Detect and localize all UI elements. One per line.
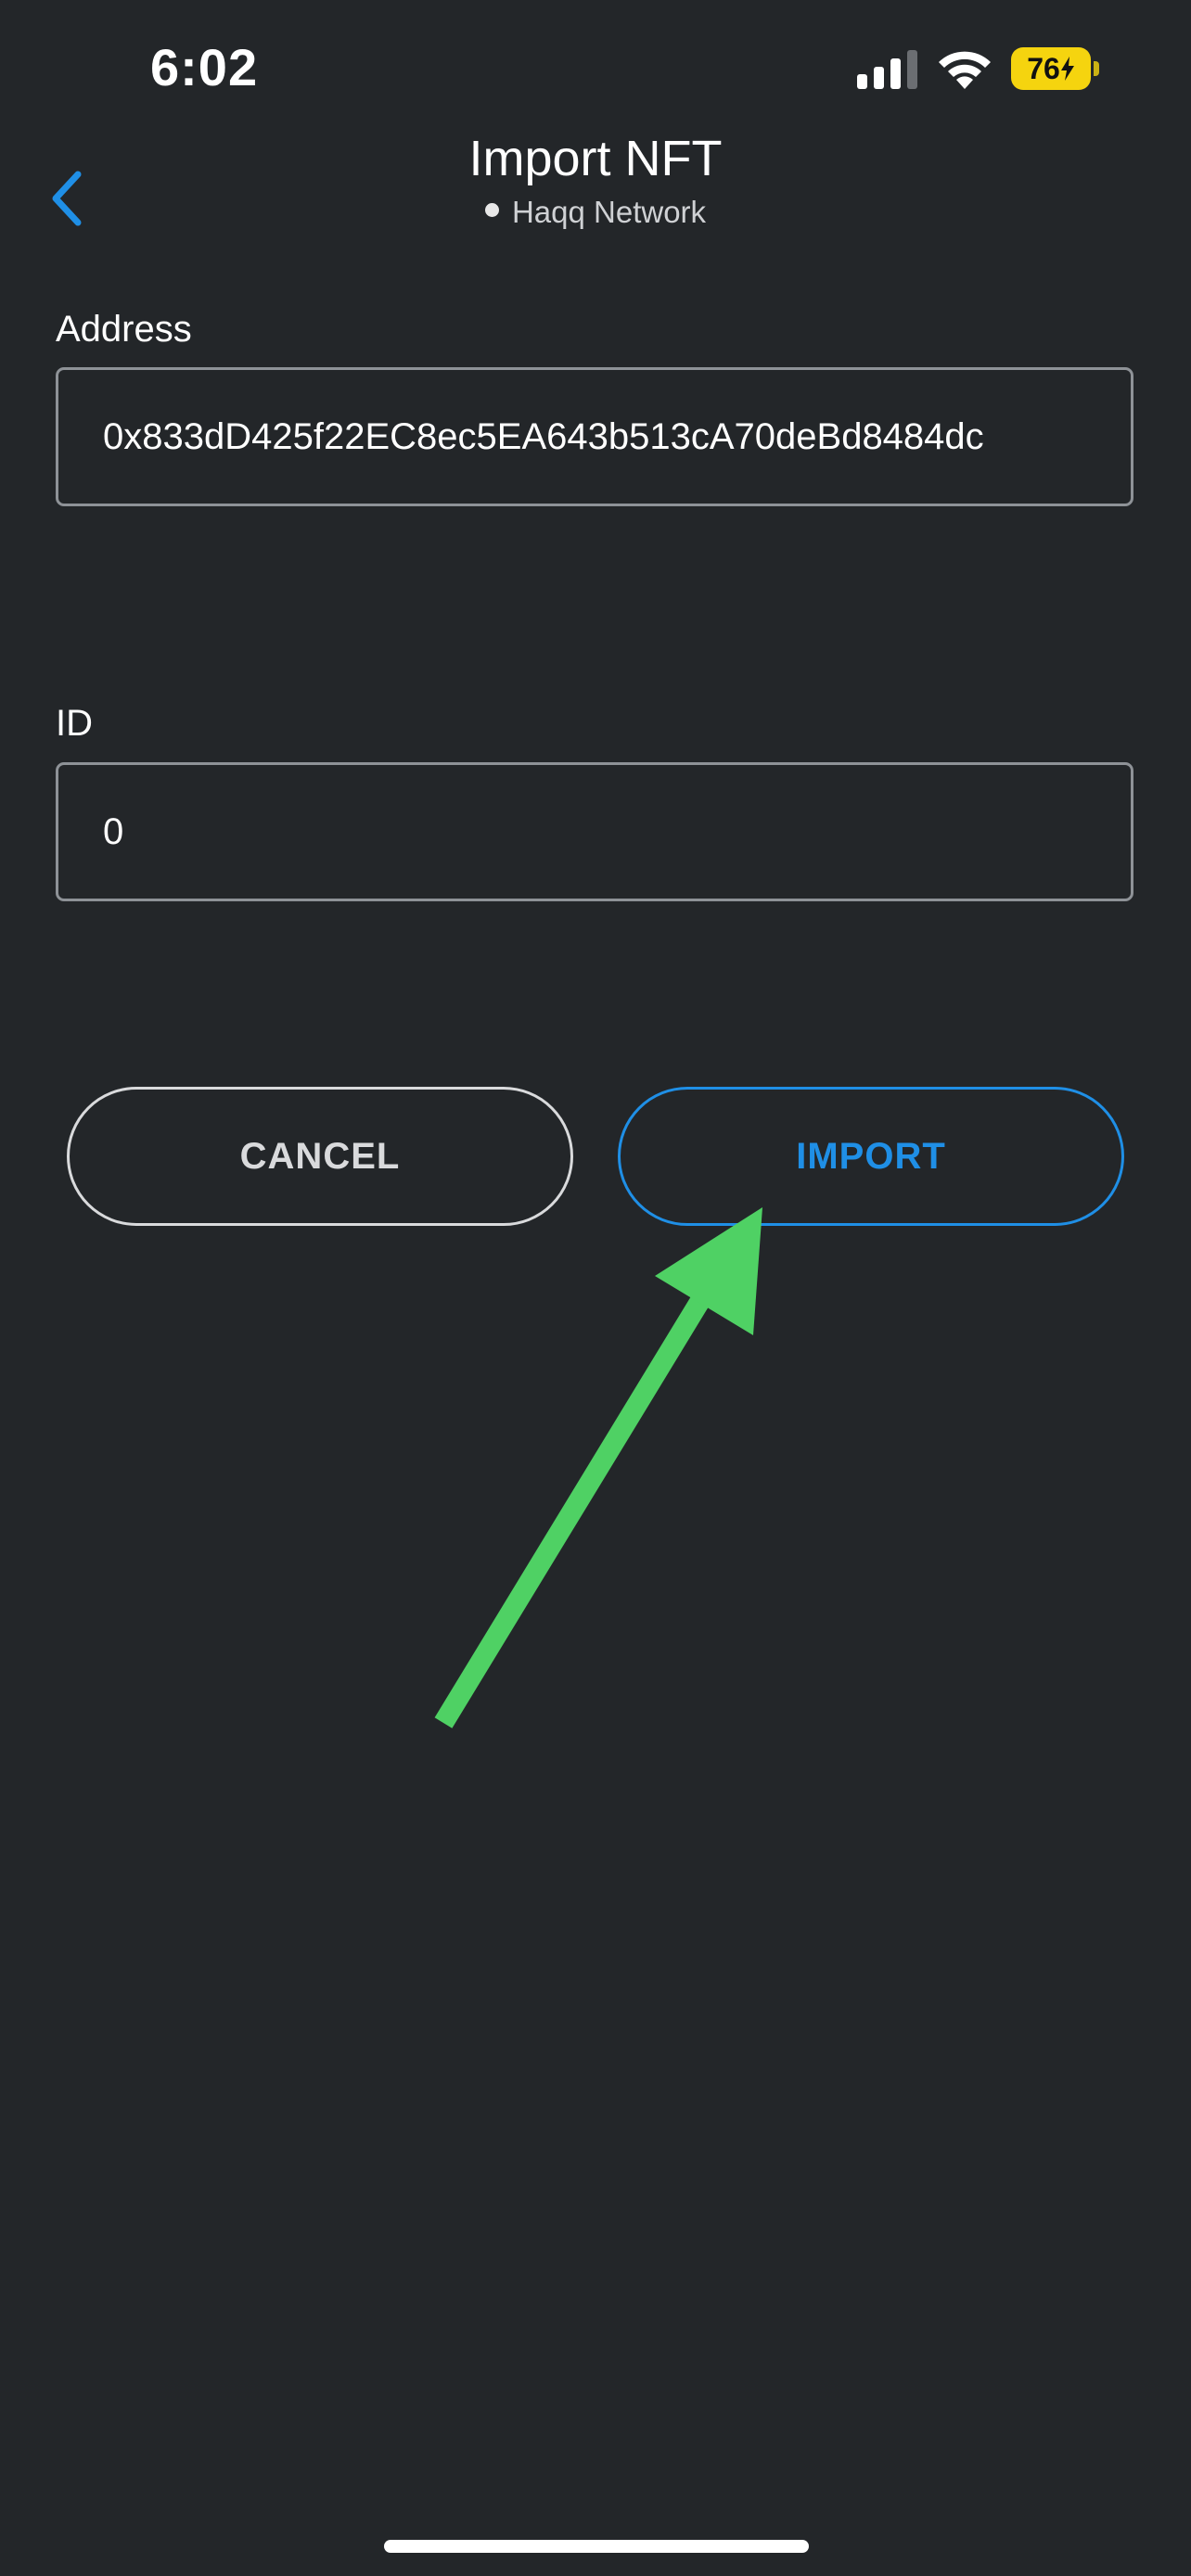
address-value: 0x833dD425f22EC8ec5EA643b513cA70deBd8484… bbox=[103, 415, 984, 457]
address-label: Address bbox=[56, 309, 192, 350]
id-label: ID bbox=[56, 703, 93, 744]
network-name: Haqq Network bbox=[511, 195, 707, 229]
battery-charging-icon: 76 bbox=[1011, 47, 1100, 90]
id-value: 0 bbox=[103, 810, 124, 852]
signal-icon bbox=[857, 50, 917, 89]
network-status-dot bbox=[484, 202, 499, 217]
import-nft-screen: 6:02 76 Import NFT Haqq Network Address … bbox=[0, 0, 1191, 2576]
import-button[interactable]: IMPORT bbox=[618, 1087, 1124, 1226]
id-input[interactable]: 0 bbox=[56, 762, 1133, 901]
address-input[interactable]: 0x833dD425f22EC8ec5EA643b513cA70deBd8484… bbox=[56, 367, 1133, 506]
page-title: Import NFT bbox=[468, 131, 723, 186]
wifi-icon bbox=[939, 51, 991, 89]
status-bar: 6:02 76 bbox=[0, 0, 1191, 139]
home-indicator[interactable] bbox=[384, 2540, 809, 2553]
cancel-button[interactable]: CANCEL bbox=[67, 1087, 573, 1226]
network-indicator: Haqq Network bbox=[0, 195, 1191, 230]
status-time: 6:02 bbox=[150, 38, 259, 96]
bolt-icon bbox=[1060, 57, 1074, 81]
battery-level: 76 bbox=[1027, 51, 1060, 85]
